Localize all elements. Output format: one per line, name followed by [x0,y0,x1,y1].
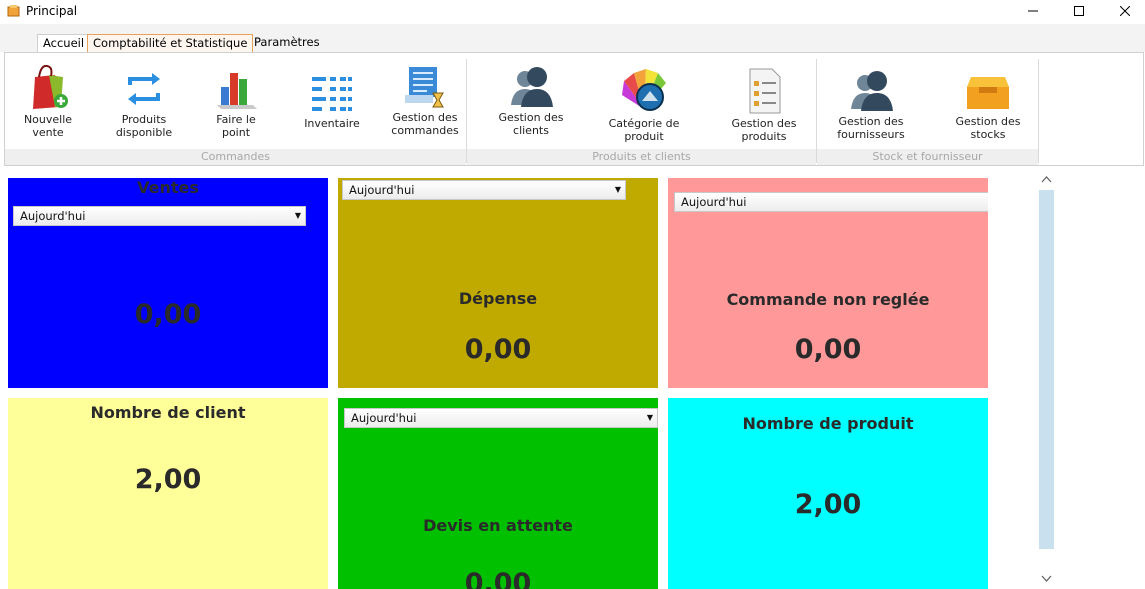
gestion-fournisseurs-button[interactable]: Gestion des fournisseurs [829,69,913,141]
chevron-down-icon: ▼ [614,185,621,194]
panel-value: 0,00 [464,334,532,365]
scroll-down-button[interactable] [1039,570,1054,584]
inventaire-button[interactable]: Inventaire [297,73,367,130]
produits-disponible-label: Produits disponible [115,113,173,139]
maximize-button[interactable] [1056,0,1102,22]
color-fan-icon [622,69,666,111]
panel-depense: Aujourd'hui ▼ Dépense 0,00 [338,178,658,388]
panel-value: 0,00 [134,299,202,330]
ribbon-tabs: Accueil Comptabilité et Statistique Para… [0,24,1145,54]
list-icon [312,77,352,111]
tab-parametres[interactable]: Paramètres [249,34,325,53]
group-commandes: Nouvelle vente Produits disponible Faire… [5,53,466,165]
group-label-commandes: Commandes [5,149,466,165]
panel-commande-non-reglee: Aujourd'hui Commande non reglée 0,00 [668,178,988,388]
period-dropdown[interactable]: Aujourd'hui [674,192,988,212]
title-bar: Principal [0,0,1145,24]
shopping-bag-add-icon [33,64,68,109]
gestion-commandes-label: Gestion des commandes [391,111,459,137]
panel-title: Commande non reglée [726,290,930,309]
panel-value: 2,00 [794,489,862,520]
produits-disponible-button[interactable]: Produits disponible [109,67,179,139]
chevron-down-icon: ▼ [294,211,301,220]
swap-arrows-icon [128,73,160,105]
gestion-commandes-button[interactable]: Gestion des commandes [389,65,461,137]
group-separator [1038,59,1039,163]
panel-title: Devis en attente [423,516,573,535]
gestion-clients-button[interactable]: Gestion des clients [491,65,571,137]
dropdown-value: Aujourd'hui [20,209,86,223]
categorie-produit-button[interactable]: Catégorie de produit [601,65,687,143]
group-stock-fournisseur: Gestion des fournisseurs Gestion des sto… [817,53,1038,165]
chevron-up-icon [1041,176,1052,183]
minimize-icon [1028,10,1038,12]
group-label-produits-clients: Produits et clients [467,149,816,165]
panel-value: 0,00 [464,568,532,589]
orders-hourglass-icon [405,67,444,108]
panel-nombre-produit: Nombre de produit 2,00 [668,398,988,589]
maximize-icon [1074,6,1084,16]
window-title: Principal [26,4,78,18]
period-dropdown[interactable]: Aujourd'hui ▼ [13,206,306,226]
dropdown-value: Aujourd'hui [351,411,417,425]
chevron-down-icon [1041,575,1052,582]
close-icon [1120,6,1130,16]
inventaire-label: Inventaire [304,117,360,130]
period-dropdown[interactable]: Aujourd'hui ▼ [342,180,626,200]
nouvelle-vente-label: Nouvelle vente [23,113,73,139]
document-list-icon [749,68,781,114]
faire-le-point-button[interactable]: Faire le point [202,67,270,139]
minimize-button[interactable] [1010,0,1056,22]
group-label-stock-fournisseur: Stock et fournisseur [817,149,1038,165]
chevron-down-icon: ▼ [646,413,653,422]
dropdown-value: Aujourd'hui [681,195,747,209]
panel-title: Ventes [137,178,199,197]
gestion-produits-label: Gestion des produits [731,117,797,143]
ribbon: Nouvelle vente Produits disponible Faire… [4,52,1144,166]
panel-title: Nombre de client [90,403,246,422]
tab-comptabilite[interactable]: Comptabilité et Statistique [87,34,254,53]
users-icon [851,71,893,111]
dropdown-value: Aujourd'hui [349,183,415,197]
bar-chart-icon [217,73,257,109]
panel-nombre-client: Nombre de client 2,00 [8,398,328,589]
gestion-clients-label: Gestion des clients [498,111,564,137]
group-produits-clients: Gestion des clients Catégorie de produit… [467,53,816,165]
tab-accueil[interactable]: Accueil [37,34,91,54]
panel-value: 0,00 [794,334,862,365]
scrollbar-thumb[interactable] [1039,190,1054,549]
nouvelle-vente-button[interactable]: Nouvelle vente [13,63,83,139]
faire-le-point-label: Faire le point [216,113,256,139]
panel-ventes: Ventes Aujourd'hui ▼ 0,00 [8,178,328,388]
close-button[interactable] [1102,0,1145,22]
app-icon [7,5,20,17]
users-icon [511,67,553,107]
panel-value: 2,00 [134,464,202,495]
gestion-fournisseurs-label: Gestion des fournisseurs [837,115,905,141]
gestion-stocks-button[interactable]: Gestion des stocks [945,73,1031,141]
scroll-up-button[interactable] [1039,172,1054,186]
inbox-tray-icon [967,77,1009,109]
panel-title: Nombre de produit [742,414,914,433]
categorie-produit-label: Catégorie de produit [608,117,680,143]
panel-devis-attente: Aujourd'hui ▼ Devis en attente 0,00 [338,398,658,589]
period-dropdown[interactable]: Aujourd'hui ▼ [344,408,658,428]
panel-title: Dépense [458,289,538,308]
gestion-stocks-label: Gestion des stocks [955,115,1021,141]
gestion-produits-button[interactable]: Gestion des produits [723,67,805,143]
